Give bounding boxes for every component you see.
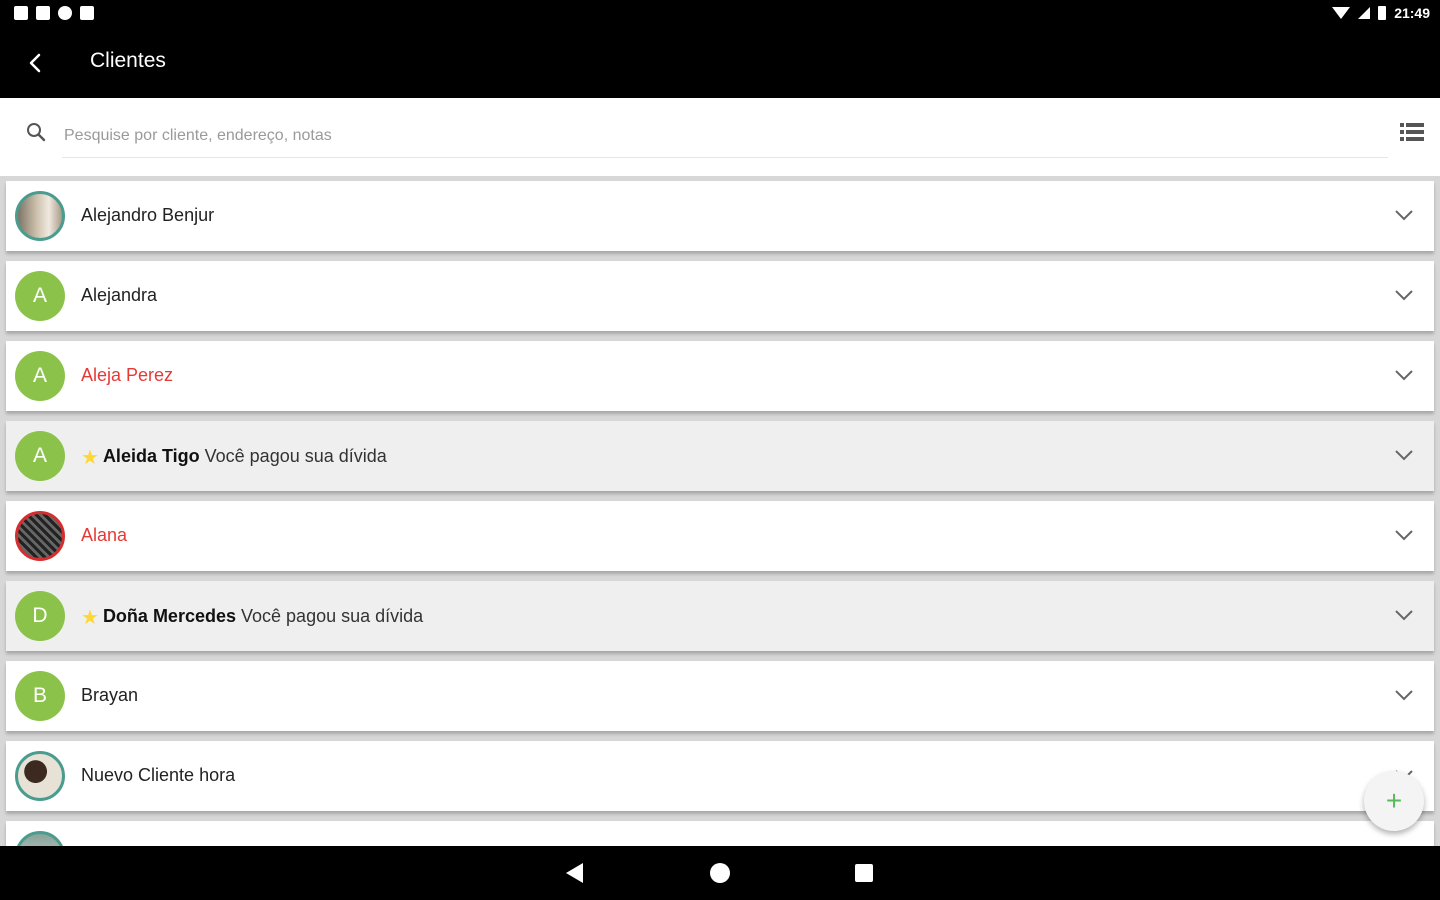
search-input[interactable]	[62, 114, 1388, 158]
client-name: Doña Mercedes	[102, 606, 236, 626]
system-indicators: 21:49	[1332, 5, 1430, 21]
client-row[interactable]: D ★ Doña Mercedes Você pagou sua dívida	[6, 581, 1434, 651]
status-bar: 21:49	[0, 0, 1440, 28]
client-row[interactable]: B Brayan	[6, 661, 1434, 731]
back-button[interactable]	[18, 46, 52, 80]
avatar: A	[15, 271, 65, 321]
client-name: Alejandra	[81, 285, 158, 305]
chevron-down-icon[interactable]	[1392, 203, 1416, 227]
client-row[interactable]: A ★ Aleida Tigo Você pagou sua dívida	[6, 421, 1434, 491]
client-row[interactable]: Alana	[6, 501, 1434, 571]
avatar: B	[15, 671, 65, 721]
navigation-bar	[0, 846, 1440, 900]
avatar: A	[15, 351, 65, 401]
avatar: D	[15, 591, 65, 641]
client-row-partial[interactable]	[6, 821, 1434, 846]
clock: 21:49	[1394, 5, 1430, 21]
chevron-down-icon[interactable]	[1392, 523, 1416, 547]
sd-card-icon	[80, 6, 94, 20]
avatar: A	[15, 431, 65, 481]
client-name: Brayan	[81, 685, 139, 705]
star-icon: ★	[81, 447, 99, 469]
avatar	[15, 751, 65, 801]
chevron-down-icon[interactable]	[1392, 683, 1416, 707]
signal-icon	[1358, 7, 1371, 19]
nav-home-icon[interactable]	[710, 863, 730, 883]
client-row[interactable]: Alejandro Benjur	[6, 181, 1434, 251]
battery-icon	[1378, 6, 1387, 20]
client-name: Alejandro Benjur	[81, 205, 215, 225]
client-name-line: ★ Aleida Tigo Você pagou sua dívida	[81, 445, 387, 470]
client-note: Você pagou sua dívida	[241, 606, 424, 626]
sync-icon	[58, 6, 72, 20]
client-row[interactable]: A Alejandra	[6, 261, 1434, 331]
search-icon	[27, 123, 46, 142]
chevron-down-icon[interactable]	[1392, 363, 1416, 387]
app-bar: Clientes	[0, 28, 1440, 98]
client-name: Nuevo Cliente hora	[81, 765, 236, 785]
client-name-line: ★ Doña Mercedes Você pagou sua dívida	[81, 605, 423, 630]
back-arrow-icon	[29, 53, 41, 73]
page-title: Clientes	[90, 49, 166, 72]
client-row[interactable]: Nuevo Cliente hora	[6, 741, 1434, 811]
avatar	[15, 831, 65, 846]
search-bar	[0, 98, 1440, 176]
client-name: Aleida Tigo	[102, 446, 200, 466]
chevron-down-icon[interactable]	[1392, 283, 1416, 307]
avatar	[15, 511, 65, 561]
list-view-icon[interactable]	[1398, 118, 1426, 146]
photo-icon	[36, 6, 50, 20]
add-client-button[interactable]: +	[1364, 771, 1424, 831]
client-note: Você pagou sua dívida	[204, 446, 387, 466]
client-name: Alana	[81, 525, 128, 545]
chevron-down-icon[interactable]	[1392, 443, 1416, 467]
notification-icon	[14, 6, 28, 20]
notification-icons	[14, 6, 94, 20]
client-name: Aleja Perez	[81, 365, 174, 385]
client-row[interactable]: A Aleja Perez	[6, 341, 1434, 411]
add-icon: +	[1385, 785, 1403, 816]
chevron-down-icon[interactable]	[1392, 603, 1416, 627]
star-icon: ★	[81, 607, 99, 629]
nav-recents-icon[interactable]	[855, 864, 873, 882]
avatar	[15, 191, 65, 241]
client-list: Alejandro Benjur A Alejandra A Aleja Per…	[0, 176, 1440, 846]
wifi-icon	[1332, 7, 1351, 19]
nav-back-icon[interactable]	[566, 863, 583, 883]
